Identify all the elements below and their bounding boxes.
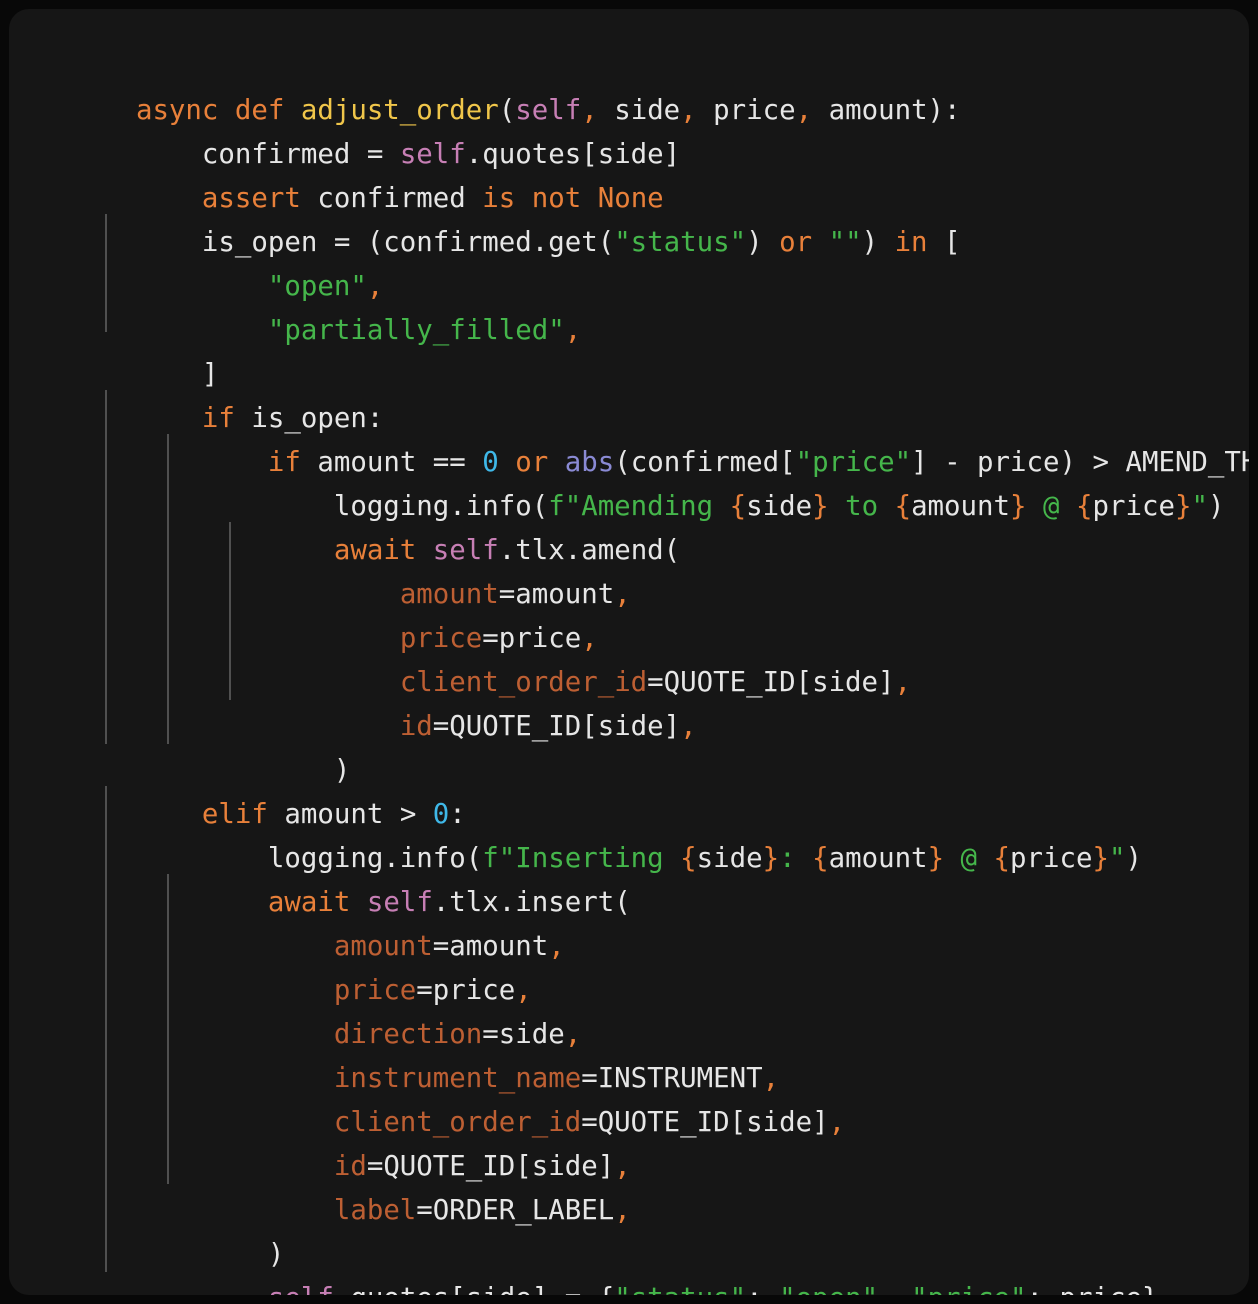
token-kwarg-name: id — [399, 711, 433, 742]
token-keyword: in — [894, 227, 928, 258]
token-comma: , — [878, 1283, 895, 1295]
code-line: assert confirmed is not None — [37, 133, 664, 214]
token-punctuation: ) — [1125, 843, 1143, 874]
token-identifier: =QUOTE_ID[side] — [432, 711, 681, 742]
token-punctuation: [ — [927, 227, 961, 258]
token-kwarg-name: label — [333, 1195, 417, 1226]
token-punctuation: : — [746, 1283, 779, 1295]
code-line: confirmed = self.quotes[side] — [37, 89, 680, 170]
token-fstring-brace: { — [993, 843, 1011, 874]
code-line: id=QUOTE_ID[side], — [37, 661, 697, 742]
token-fstring-expr: amount — [828, 843, 928, 874]
token-fstring-brace: { — [729, 491, 747, 522]
code-line: client_order_id=QUOTE_ID[side], — [37, 617, 911, 698]
code-line: direction=side, — [37, 969, 581, 1050]
token-whitespace — [136, 1283, 268, 1295]
token-fstring: to — [828, 491, 895, 522]
code-line: "open", — [37, 221, 383, 302]
token-fstring-brace: { — [894, 491, 912, 522]
token-punctuation: ) — [1207, 491, 1225, 522]
code-line: amount=amount, — [37, 881, 565, 962]
token-string: "status" — [614, 227, 747, 258]
token-fstring-expr: price — [1010, 843, 1093, 874]
code-line: await self.tlx.insert( — [37, 837, 631, 918]
token-comma: , — [564, 315, 582, 346]
token-string: "partially_filled" — [267, 315, 565, 346]
token-keyword: or — [779, 227, 813, 258]
token-string: "price" — [911, 1283, 1026, 1295]
token-punctuation — [895, 1283, 912, 1295]
token-fstring: @ — [944, 843, 994, 874]
token-punctuation: ) — [861, 227, 895, 258]
token-fstring-expr: amount — [911, 491, 1011, 522]
code-line: elif amount > 0: — [37, 749, 466, 830]
token-fstring-brace: { — [812, 843, 829, 874]
token-fstring-brace: } — [762, 843, 780, 874]
code-line: async def adjust_order(self, side, price… — [37, 45, 961, 126]
token-comma: , — [614, 1195, 631, 1226]
token-fstring-brace: } — [1010, 491, 1027, 522]
token-comma: , — [828, 1107, 846, 1138]
token-identifier: .quotes[side] = { — [334, 1283, 614, 1295]
token-identifier: price — [696, 95, 796, 126]
code-line: client_order_id=QUOTE_ID[side], — [37, 1057, 845, 1138]
token-comma: , — [614, 579, 631, 610]
code-line: ) — [37, 705, 351, 786]
code-line: self.quotes[side] = {"status": "open", "… — [37, 1233, 1159, 1295]
code-line: ] — [37, 309, 219, 390]
token-comma: , — [680, 95, 697, 126]
token-comma: , — [680, 711, 697, 742]
token-fstring-expr: price — [1092, 491, 1175, 522]
token-self: self — [268, 1283, 334, 1295]
token-punctuation: : price} — [1027, 1283, 1159, 1295]
token-fstring: " — [1191, 491, 1208, 522]
code-line: label=ORDER_LABEL, — [37, 1145, 631, 1226]
code-line: if amount == 0 or abs(confirmed["price"]… — [37, 397, 1249, 478]
token-identifier: =ORDER_LABEL — [416, 1195, 615, 1226]
code-editor-body[interactable]: async def adjust_order(self, side, price… — [9, 9, 1249, 1295]
code-line: logging.info(f"Amending {side} to {amoun… — [37, 441, 1225, 522]
token-fstring-expr: side — [696, 843, 763, 874]
token-punctuation: ) — [746, 227, 780, 258]
token-punctuation — [812, 227, 829, 258]
token-comma: , — [894, 667, 912, 698]
token-string: "open" — [779, 1283, 878, 1295]
token-fstring: @ — [1026, 491, 1076, 522]
code-line: ) — [37, 1189, 285, 1270]
token-fstring-brace: } — [812, 491, 829, 522]
token-fstring-brace: } — [1092, 843, 1110, 874]
token-identifier: amount): — [812, 95, 961, 126]
code-block-card: async def adjust_order(self, side, price… — [9, 9, 1249, 1295]
token-fstring: : — [779, 843, 813, 874]
code-line: id=QUOTE_ID[side], — [37, 1101, 631, 1182]
token-fstring-brace: { — [680, 843, 697, 874]
code-line: price=price, — [37, 925, 532, 1006]
code-line: logging.info(f"Inserting {side}: {amount… — [37, 793, 1142, 874]
token-comma: , — [548, 931, 565, 962]
code-line: "partially_filled", — [37, 265, 581, 346]
token-string: "" — [828, 227, 862, 258]
code-line: if is_open: — [37, 353, 383, 434]
token-fstring-brace: } — [927, 843, 945, 874]
token-fstring-brace: } — [1174, 491, 1192, 522]
token-fstring-expr: side — [746, 491, 813, 522]
token-string: "status" — [614, 1283, 746, 1295]
token-comma: , — [795, 95, 813, 126]
code-line: instrument_name=INSTRUMENT, — [37, 1013, 779, 1094]
code-line: is_open = (confirmed.get("status") or ""… — [37, 177, 961, 258]
token-fstring-brace: { — [1076, 491, 1093, 522]
code-line: price=price, — [37, 573, 598, 654]
code-line: amount=amount, — [37, 529, 631, 610]
token-fstring: " — [1109, 843, 1126, 874]
code-line: await self.tlx.amend( — [37, 485, 680, 566]
